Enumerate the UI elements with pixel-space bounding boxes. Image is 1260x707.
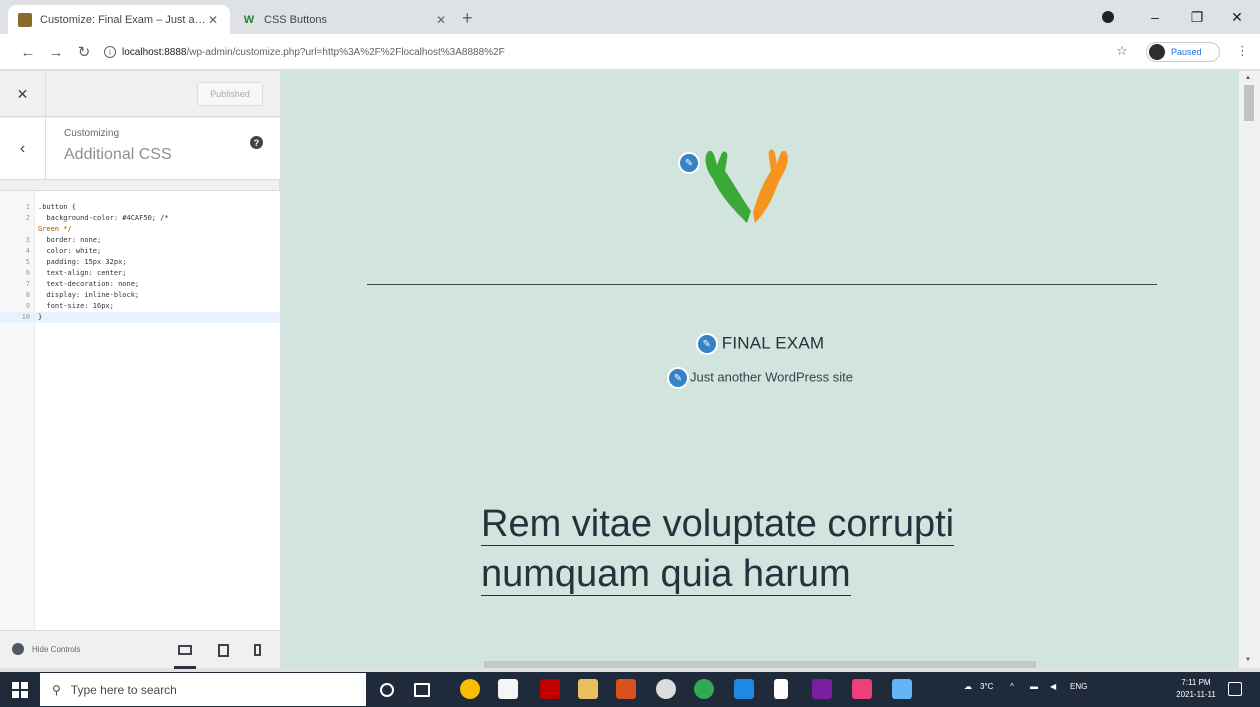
store-icon[interactable] <box>498 679 518 699</box>
app-pink-icon[interactable] <box>852 679 872 699</box>
customizer-footer: Hide Controls <box>0 630 280 669</box>
edit-description-pencil-icon[interactable]: ✎ <box>666 367 689 389</box>
tray-chevron-up-icon[interactable]: ^ <box>1010 682 1014 691</box>
customizer-sidebar: ✕ Published ‹ Customizing Additional CSS… <box>0 71 280 669</box>
back-arrow-icon[interactable]: ← <box>18 42 38 62</box>
hide-controls-icon <box>12 643 24 655</box>
preview-mobile-icon[interactable] <box>248 641 266 659</box>
address-bar[interactable]: i localhost:8888 /wp-admin/customize.php… <box>104 40 1104 64</box>
preview-scrollbar[interactable]: ▲ ▼ <box>1239 71 1260 668</box>
tray-language[interactable]: ENG <box>1070 682 1087 691</box>
reload-icon[interactable]: ↻ <box>74 42 94 62</box>
new-tab-button[interactable]: + <box>462 9 473 27</box>
wordpress-favicon-icon <box>18 12 32 27</box>
close-window-button[interactable]: ✕ <box>1222 6 1252 28</box>
browser-menu-icon[interactable]: ⋮ <box>1236 43 1249 59</box>
taskbar-clock[interactable]: 7:11 PM 2021-11-11 <box>1176 677 1216 701</box>
code-line[interactable]: 1 .button { <box>0 202 280 213</box>
site-info-icon[interactable]: i <box>104 46 116 58</box>
hide-controls-label: Hide Controls <box>32 644 81 654</box>
code-line[interactable]: 4 color: white; <box>0 246 280 257</box>
scroll-down-arrow-icon[interactable]: ▼ <box>1245 657 1251 663</box>
windows-start-icon[interactable] <box>12 682 28 698</box>
app-blue-icon[interactable] <box>734 679 754 699</box>
taskbar-search-box[interactable]: ⚲ Type here to search <box>40 673 366 706</box>
task-view-icon[interactable] <box>414 683 430 697</box>
browser-toolbar: ← → ↻ i localhost:8888 /wp-admin/customi… <box>0 34 1260 70</box>
tab-css-buttons[interactable]: W CSS Buttons ✕ <box>232 5 458 34</box>
code-line[interactable]: Green */ <box>0 224 280 235</box>
hide-controls-button[interactable]: Hide Controls <box>12 643 80 655</box>
breadcrumb: Customizing <box>64 128 120 139</box>
notepad-icon[interactable] <box>774 679 788 699</box>
code-line[interactable]: 2 background-color: #4CAF50; /* <box>0 213 280 224</box>
app-red-icon[interactable] <box>540 679 560 699</box>
css-code-editor[interactable]: 1 .button { 2 background-color: #4CAF50;… <box>0 190 280 631</box>
weather-temp[interactable]: 3°C <box>980 682 993 691</box>
browser-tab-strip: Customize: Final Exam – Just an… ✕ W CSS… <box>0 0 1260 34</box>
tab-title: CSS Buttons <box>264 13 327 26</box>
help-icon[interactable]: ? <box>250 136 263 149</box>
scroll-up-arrow-icon[interactable]: ▲ <box>1245 75 1251 81</box>
header-divider <box>367 284 1157 285</box>
windows-taskbar: ⚲ Type here to search ☁ 3°C ^ ▬ ◀ ENG 7:… <box>0 672 1260 707</box>
forward-arrow-icon[interactable]: → <box>46 42 66 62</box>
profile-paused-button[interactable]: Paused <box>1146 42 1220 62</box>
code-line[interactable]: 6 text-align: center; <box>0 268 280 279</box>
section-title: Additional CSS <box>64 146 172 163</box>
chrome-profile-icon[interactable] <box>694 679 714 699</box>
code-line[interactable]: 7 text-decoration: none; <box>0 279 280 290</box>
post-featured-image <box>484 661 1036 668</box>
scrollbar-thumb[interactable] <box>1244 85 1254 121</box>
preview-desktop-icon[interactable] <box>174 641 196 669</box>
tab-title: Customize: Final Exam – Just an… <box>40 13 206 26</box>
screen-record-icon[interactable] <box>1093 6 1123 28</box>
profile-status: Paused <box>1171 47 1202 57</box>
tab-close-icon[interactable]: ✕ <box>434 13 448 27</box>
clock-date: 2021-11-11 <box>1176 690 1216 699</box>
tab-close-icon[interactable]: ✕ <box>206 13 220 27</box>
code-line[interactable]: 3 border: none; <box>0 235 280 246</box>
clock-time: 7:11 PM <box>1181 678 1211 687</box>
minimize-button[interactable]: – <box>1140 6 1170 28</box>
tray-volume-icon[interactable]: ◀ <box>1050 682 1056 691</box>
maximize-button[interactable]: ❐ <box>1182 6 1212 28</box>
site-title[interactable]: ✎ FINAL EXAM <box>281 333 1239 355</box>
tab-customize[interactable]: Customize: Final Exam – Just an… ✕ <box>8 5 230 34</box>
cortana-icon[interactable] <box>380 683 394 697</box>
w3schools-favicon-icon: W <box>243 13 255 26</box>
url-host: localhost:8888 <box>122 46 187 58</box>
edit-title-pencil-icon[interactable]: ✎ <box>695 333 718 355</box>
avatar <box>1149 44 1165 60</box>
weather-icon[interactable]: ☁ <box>964 682 972 691</box>
app-circle-icon[interactable] <box>656 679 676 699</box>
code-line[interactable]: 5 padding: 15px 32px; <box>0 257 280 268</box>
file-explorer-icon[interactable] <box>578 679 598 699</box>
back-chevron-icon[interactable]: ‹ <box>0 118 46 180</box>
section-header: ‹ Customizing Additional CSS ? <box>0 118 280 180</box>
edit-logo-pencil-icon[interactable]: ✎ <box>678 152 700 174</box>
site-description[interactable]: ✎ Just another WordPress site <box>281 367 1239 389</box>
post-title-link[interactable]: Rem vitae voluptate corrupti numquam qui… <box>481 499 1081 599</box>
code-line[interactable]: 9 font-size: 16px; <box>0 301 280 312</box>
notification-center-icon[interactable] <box>1228 682 1242 696</box>
publish-button[interactable]: Published <box>197 82 263 106</box>
app-orange-icon[interactable] <box>616 679 636 699</box>
code-line[interactable]: 8 display: inline-block; <box>0 290 280 301</box>
site-preview[interactable]: ✎ ✎ FINAL EXAM ✎ Just another WordPress si… <box>281 71 1239 668</box>
site-logo[interactable] <box>681 141 821 251</box>
app-purple-icon[interactable] <box>812 679 832 699</box>
preview-tablet-icon[interactable] <box>214 641 232 659</box>
customizer-header: ✕ Published <box>0 71 280 117</box>
bookmark-star-icon[interactable]: ☆ <box>1116 43 1128 59</box>
tray-network-icon[interactable]: ▬ <box>1030 682 1038 691</box>
app-lightblue-icon[interactable] <box>892 679 912 699</box>
close-customizer-icon[interactable]: ✕ <box>0 71 46 117</box>
search-icon: ⚲ <box>52 682 61 697</box>
code-line-active[interactable]: 10 } <box>0 312 280 323</box>
chrome-icon[interactable] <box>460 679 480 699</box>
url-path: /wp-admin/customize.php?url=http%3A%2F%2… <box>186 46 505 58</box>
search-placeholder: Type here to search <box>70 682 177 697</box>
